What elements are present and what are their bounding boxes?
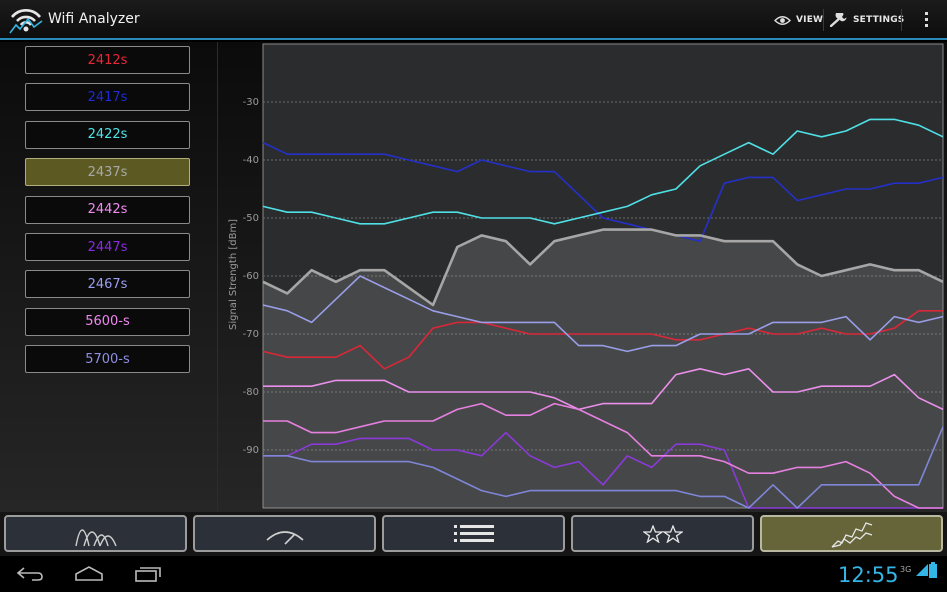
network-indicator: 3G [900,565,911,574]
y-tick-label: -30 [243,97,259,108]
wrench-icon [830,13,848,27]
time-graph-icon [830,519,874,549]
y-tick-label: -80 [243,387,259,398]
tab-ap-list[interactable] [382,515,565,552]
channel-filter-button[interactable]: 2422s [25,121,190,149]
channel-filter-button[interactable]: 5600-s [25,308,190,336]
system-navigation-bar: 12:55 3G [0,556,947,592]
channel-filter-button[interactable]: 2437s [25,158,190,186]
signal-meter-icon [263,522,307,546]
settings-button[interactable]: SETTINGS [830,8,904,32]
channel-filter-button[interactable]: 5700-s [25,345,190,373]
y-axis-label: Signal Strength [dBm] [228,219,239,330]
time-graph: -30 -40 -50 -60 -70 -80 -90 Signal Strength [d… [219,42,947,512]
y-tick-label: -40 [243,155,259,166]
divider [901,9,902,31]
app-title: Wifi Analyzer [48,11,140,27]
channel-filter-label: 2417s [88,90,128,105]
overflow-menu-icon[interactable] [925,12,929,28]
back-icon[interactable] [16,566,44,582]
channel-filter-label: 2447s [88,240,128,255]
view-label: VIEW [796,15,823,25]
channel-graph-icon [72,520,120,548]
channel-filter-label: 5700-s [85,352,130,367]
channel-filter-list: 2412s 2417s 2422s 2437s 2442s 2447s 2467s 5600-… [0,42,218,512]
channel-filter-label: 2467s [88,277,128,292]
divider [823,9,824,31]
channel-filter-label: 2437s [88,165,128,180]
wifi-analyzer-icon[interactable] [8,5,44,35]
tab-channel-graph[interactable] [4,515,187,552]
y-tick-label: -60 [243,271,259,282]
battery-icon [929,562,937,578]
channel-filter-label: 2412s [88,53,128,68]
recent-apps-icon[interactable] [134,566,162,582]
view-button[interactable]: VIEW [774,8,823,32]
tab-time-graph[interactable] [760,515,943,552]
home-icon[interactable] [74,566,104,582]
signal-icon [916,562,928,576]
ap-list-icon [452,523,496,545]
y-tick-label: -70 [243,329,259,340]
channel-filter-button[interactable]: 2417s [25,83,190,111]
channel-filter-label: 2442s [88,202,128,217]
tab-signal-meter[interactable] [193,515,376,552]
y-tick-label: -50 [243,213,259,224]
y-tick-label: -90 [243,445,259,456]
main-content: 2412s 2417s 2422s 2437s 2442s 2447s 2467s 5600-… [0,42,947,512]
eye-icon [774,15,791,26]
channel-filter-button[interactable]: 2467s [25,270,190,298]
channel-filter-label: 2422s [88,127,128,142]
channel-filter-label: 5600-s [85,314,130,329]
stars-icon [643,525,683,543]
tab-channel-rating[interactable] [571,515,754,552]
channel-filter-button[interactable]: 2447s [25,233,190,261]
settings-label: SETTINGS [853,15,904,25]
action-bar: Wifi Analyzer VIEW SETTINGS [0,0,947,40]
channel-filter-button[interactable]: 2442s [25,196,190,224]
clock: 12:55 [838,563,899,587]
channel-filter-button[interactable]: 2412s [25,46,190,74]
view-tab-bar [0,512,947,556]
